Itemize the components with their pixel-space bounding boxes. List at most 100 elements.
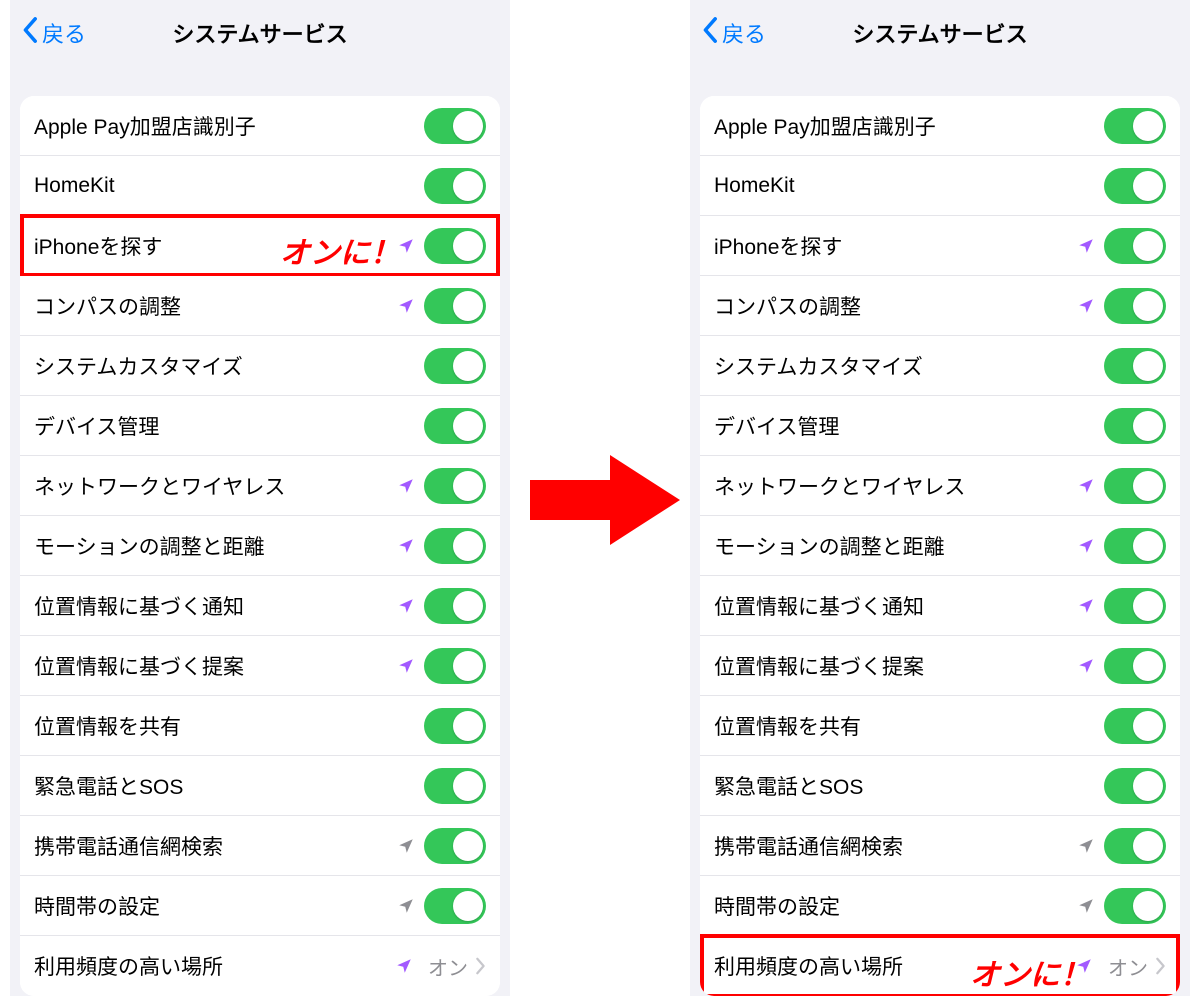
toggle-switch[interactable] xyxy=(424,288,486,324)
row-label: iPhoneを探す xyxy=(34,231,396,261)
toggle-switch[interactable] xyxy=(1104,768,1166,804)
row-label: HomeKit xyxy=(34,174,424,198)
toggle-switch[interactable] xyxy=(424,708,486,744)
row-label: 時間帯の設定 xyxy=(714,891,1076,921)
toggle-switch[interactable] xyxy=(1104,108,1166,144)
row-label: 位置情報に基づく提案 xyxy=(34,651,396,681)
settings-toggle-row: デバイス管理 xyxy=(700,396,1180,456)
settings-toggle-row: 位置情報に基づく通知 xyxy=(700,576,1180,636)
row-label: 利用頻度の高い場所 xyxy=(34,951,394,981)
navbar: 戻る システムサービス xyxy=(690,0,1190,66)
row-label: iPhoneを探す xyxy=(714,231,1076,261)
chevron-right-icon xyxy=(1154,957,1166,975)
toggle-switch[interactable] xyxy=(424,528,486,564)
toggle-switch[interactable] xyxy=(1104,528,1166,564)
row-value: オン xyxy=(1108,952,1148,981)
toggle-switch[interactable] xyxy=(1104,228,1166,264)
location-arrow-icon xyxy=(1076,536,1096,556)
chevron-right-icon xyxy=(474,957,486,975)
settings-toggle-row: iPhoneを探すオンに！ xyxy=(20,216,500,276)
row-label: デバイス管理 xyxy=(34,411,424,441)
chevron-left-icon xyxy=(22,16,40,50)
toggle-switch[interactable] xyxy=(424,588,486,624)
back-button[interactable]: 戻る xyxy=(22,16,86,50)
toggle-switch[interactable] xyxy=(1104,348,1166,384)
toggle-switch[interactable] xyxy=(424,828,486,864)
page-title: システムサービス xyxy=(172,17,347,49)
toggle-switch[interactable] xyxy=(424,768,486,804)
toggle-switch[interactable] xyxy=(1104,468,1166,504)
location-arrow-icon xyxy=(394,956,414,976)
toggle-switch[interactable] xyxy=(1104,648,1166,684)
row-label: 位置情報を共有 xyxy=(34,711,424,741)
settings-link-row[interactable]: 利用頻度の高い場所オン xyxy=(20,936,500,996)
row-label: 携帯電話通信網検索 xyxy=(34,831,396,861)
settings-toggle-row: 位置情報に基づく提案 xyxy=(700,636,1180,696)
settings-toggle-row: 携帯電話通信網検索 xyxy=(700,816,1180,876)
location-arrow-icon xyxy=(396,596,416,616)
row-label: コンパスの調整 xyxy=(714,291,1076,321)
toggle-switch[interactable] xyxy=(1104,828,1166,864)
toggle-switch[interactable] xyxy=(1104,708,1166,744)
row-label: デバイス管理 xyxy=(714,411,1104,441)
toggle-switch[interactable] xyxy=(424,408,486,444)
row-label: 時間帯の設定 xyxy=(34,891,396,921)
settings-toggle-row: システムカスタマイズ xyxy=(20,336,500,396)
location-arrow-icon xyxy=(396,236,416,256)
settings-group-left: Apple Pay加盟店識別子 HomeKit iPhoneを探すオンに！ コンパスの… xyxy=(20,96,500,996)
location-arrow-icon xyxy=(1074,956,1094,976)
navbar: 戻る システムサービス xyxy=(10,0,510,66)
row-label: 位置情報に基づく通知 xyxy=(34,591,396,621)
settings-toggle-row: 位置情報に基づく通知 xyxy=(20,576,500,636)
location-arrow-icon xyxy=(1076,836,1096,856)
phone-screen-right: 戻る システムサービス Apple Pay加盟店識別子 HomeKit iPhone… xyxy=(690,0,1190,996)
row-label: コンパスの調整 xyxy=(34,291,396,321)
toggle-switch[interactable] xyxy=(1104,168,1166,204)
chevron-left-icon xyxy=(702,16,720,50)
settings-toggle-row: モーションの調整と距離 xyxy=(700,516,1180,576)
row-label: 緊急電話とSOS xyxy=(714,771,1104,801)
location-arrow-icon xyxy=(1076,296,1096,316)
row-label: 位置情報に基づく提案 xyxy=(714,651,1076,681)
row-label: 携帯電話通信網検索 xyxy=(714,831,1076,861)
back-label: 戻る xyxy=(42,17,86,49)
toggle-switch[interactable] xyxy=(1104,588,1166,624)
transition-arrow-icon xyxy=(530,450,680,550)
settings-toggle-row: 位置情報を共有 xyxy=(700,696,1180,756)
row-label: 利用頻度の高い場所 xyxy=(714,951,1074,981)
row-label: Apple Pay加盟店識別子 xyxy=(714,111,1104,141)
settings-toggle-row: 位置情報に基づく提案 xyxy=(20,636,500,696)
toggle-switch[interactable] xyxy=(1104,288,1166,324)
settings-toggle-row: HomeKit xyxy=(20,156,500,216)
row-label: 緊急電話とSOS xyxy=(34,771,424,801)
settings-group-right: Apple Pay加盟店識別子 HomeKit iPhoneを探すコンパスの調整シス… xyxy=(700,96,1180,996)
toggle-switch[interactable] xyxy=(424,348,486,384)
row-label: Apple Pay加盟店識別子 xyxy=(34,111,424,141)
phone-screen-left: 戻る システムサービス Apple Pay加盟店識別子 HomeKit iPhone… xyxy=(10,0,510,996)
toggle-switch[interactable] xyxy=(1104,888,1166,924)
settings-link-row[interactable]: 利用頻度の高い場所オンオンに！ xyxy=(700,936,1180,996)
toggle-switch[interactable] xyxy=(1104,408,1166,444)
row-label: ネットワークとワイヤレス xyxy=(714,471,1076,501)
settings-toggle-row: 携帯電話通信網検索 xyxy=(20,816,500,876)
settings-toggle-row: ネットワークとワイヤレス xyxy=(20,456,500,516)
back-button[interactable]: 戻る xyxy=(702,16,766,50)
toggle-switch[interactable] xyxy=(424,228,486,264)
settings-toggle-row: 緊急電話とSOS xyxy=(700,756,1180,816)
page-title: システムサービス xyxy=(852,17,1027,49)
toggle-switch[interactable] xyxy=(424,168,486,204)
toggle-switch[interactable] xyxy=(424,468,486,504)
settings-toggle-row: 位置情報を共有 xyxy=(20,696,500,756)
row-label: 位置情報に基づく通知 xyxy=(714,591,1076,621)
toggle-switch[interactable] xyxy=(424,648,486,684)
row-label: システムカスタマイズ xyxy=(714,351,1104,381)
location-arrow-icon xyxy=(1076,656,1096,676)
location-arrow-icon xyxy=(396,896,416,916)
toggle-switch[interactable] xyxy=(424,888,486,924)
settings-toggle-row: Apple Pay加盟店識別子 xyxy=(700,96,1180,156)
row-label: HomeKit xyxy=(714,174,1104,198)
toggle-switch[interactable] xyxy=(424,108,486,144)
settings-toggle-row: ネットワークとワイヤレス xyxy=(700,456,1180,516)
settings-toggle-row: モーションの調整と距離 xyxy=(20,516,500,576)
settings-toggle-row: 時間帯の設定 xyxy=(20,876,500,936)
